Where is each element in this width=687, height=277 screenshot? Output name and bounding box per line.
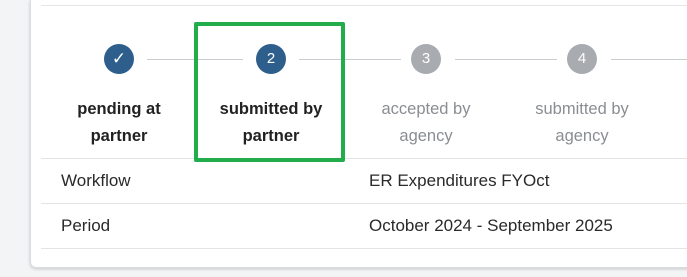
workflow-details: Workflow ER Expenditures FYOct Period Oc… [41, 158, 687, 249]
step-label: submitted by agency [535, 100, 629, 145]
step-label: accepted by agency [381, 100, 471, 145]
detail-value: October 2024 - September 2025 [369, 216, 613, 235]
workflow-stepper: ✓ pending at partner 2 submitted by part… [41, 30, 687, 158]
step-label: pending at partner [77, 100, 161, 145]
step-connector [455, 59, 557, 60]
current-step-highlight [194, 22, 345, 162]
step-connector [611, 59, 687, 60]
step-number: 3 [411, 44, 441, 74]
detail-row-period: Period October 2024 - September 2025 [41, 203, 687, 249]
detail-label: Period [61, 216, 111, 235]
workflow-card: ✓ pending at partner 2 submitted by part… [30, 0, 687, 268]
divider [41, 5, 687, 6]
checkmark-icon: ✓ [104, 44, 134, 74]
step-number: 4 [567, 44, 597, 74]
detail-row-workflow: Workflow ER Expenditures FYOct [41, 158, 687, 203]
detail-label: Workflow [61, 171, 131, 190]
detail-value: ER Expenditures FYOct [369, 171, 550, 190]
